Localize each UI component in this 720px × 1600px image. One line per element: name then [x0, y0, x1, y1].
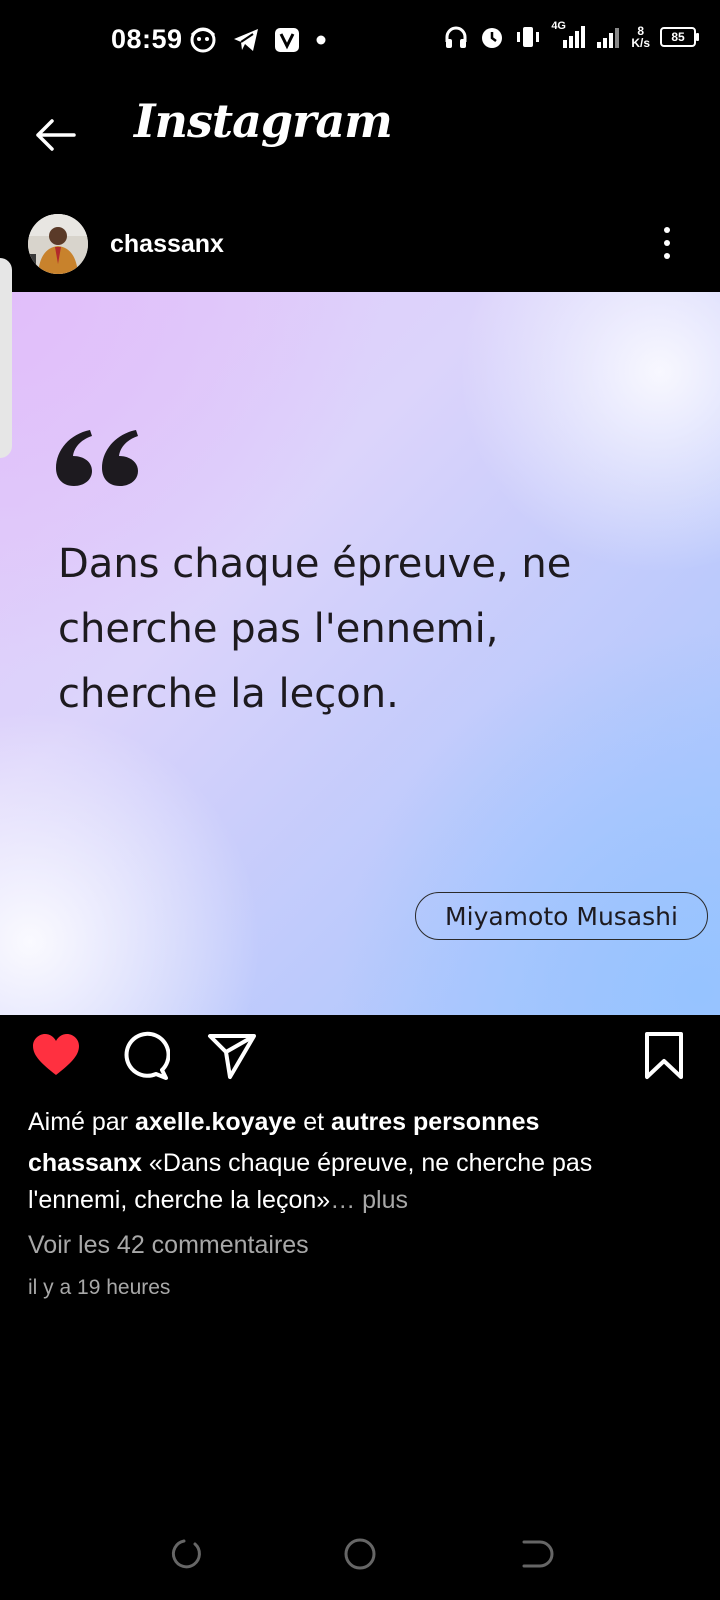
more-options-button[interactable]	[660, 224, 674, 264]
likes-prefix: Aimé par	[28, 1108, 129, 1136]
view-comments-link[interactable]: Voir les 42 commentaires	[28, 1231, 309, 1260]
recents-button[interactable]	[164, 1534, 204, 1574]
share-button[interactable]	[206, 1030, 258, 1082]
network-speed-unit: K/s	[631, 36, 650, 50]
send-icon	[208, 1034, 256, 1079]
quote-text: Dans chaque épreuve, ne cherche pas l'en…	[58, 532, 678, 727]
arrow-left-icon	[36, 119, 76, 151]
post-action-bar	[0, 1030, 720, 1094]
recents-icon	[171, 1539, 201, 1569]
avatar[interactable]	[28, 214, 88, 274]
post-header: chassanx	[0, 206, 720, 286]
back-nav-icon	[522, 1540, 554, 1568]
save-button[interactable]	[638, 1030, 690, 1082]
comment-icon	[124, 1031, 171, 1080]
more-vertical-icon	[664, 227, 670, 259]
caption-more-link[interactable]: plus	[362, 1186, 408, 1214]
telegram-icon	[234, 29, 258, 51]
post-caption: chassanx «Dans chaque épreuve, ne cherch…	[28, 1145, 692, 1219]
liked-by-user[interactable]: axelle.koyaye	[135, 1108, 296, 1136]
notification-dot-icon	[316, 35, 326, 45]
face-app-icon	[190, 27, 216, 53]
status-bar: 08:59 4G 8 K/s 85	[0, 0, 720, 80]
caption-ellipsis: …	[330, 1186, 356, 1214]
likes-summary[interactable]: Aimé par axelle.koyaye et autres personn…	[28, 1108, 539, 1137]
screen: 08:59 4G 8 K/s 85 Instagram chassanx Dan…	[0, 0, 720, 1600]
system-nav-bar	[0, 1520, 720, 1600]
home-button[interactable]	[340, 1534, 380, 1574]
headphones-icon	[445, 26, 467, 48]
vibrate-icon	[517, 27, 540, 47]
status-time: 08:59	[111, 24, 183, 54]
back-button[interactable]	[30, 110, 80, 160]
back-nav-button[interactable]	[516, 1534, 556, 1574]
post-image[interactable]: Dans chaque épreuve, ne cherche pas l'en…	[0, 292, 720, 1015]
bookmark-icon	[645, 1032, 683, 1079]
status-left-icons	[188, 26, 328, 54]
caption-username[interactable]: chassanx	[28, 1149, 142, 1177]
avatar-photo	[28, 214, 88, 274]
post-username[interactable]: chassanx	[110, 230, 224, 259]
comment-button[interactable]	[118, 1030, 171, 1082]
app-title: Instagram	[134, 94, 393, 148]
status-right-icons: 4G 8 K/s 85	[443, 20, 699, 50]
network-speed: 8 K/s	[631, 25, 650, 49]
signal-icon	[597, 28, 620, 48]
quote-line: Dans chaque épreuve, ne	[58, 541, 572, 587]
alarm-icon	[482, 28, 503, 48]
quote-line: cherche pas l'ennemi,	[58, 606, 499, 652]
battery-level: 85	[671, 30, 685, 44]
app-header: Instagram	[0, 90, 720, 182]
battery-icon: 85	[660, 27, 699, 47]
likes-join: et	[303, 1108, 325, 1136]
v-app-icon	[275, 28, 299, 52]
like-button[interactable]	[30, 1030, 82, 1082]
quote-mark-icon	[56, 430, 138, 486]
post-timestamp: il y a 19 heures	[28, 1276, 171, 1299]
quote-line: cherche la leçon.	[58, 671, 399, 717]
quote-author: Miyamoto Musashi	[415, 892, 708, 940]
likes-others[interactable]: autres personnes	[331, 1108, 539, 1136]
home-circle-icon	[344, 1538, 376, 1570]
signal-icon	[563, 26, 586, 48]
heart-filled-icon	[33, 1034, 79, 1075]
network-type-signal: 4G	[551, 20, 586, 50]
edge-panel-handle[interactable]	[0, 258, 12, 458]
